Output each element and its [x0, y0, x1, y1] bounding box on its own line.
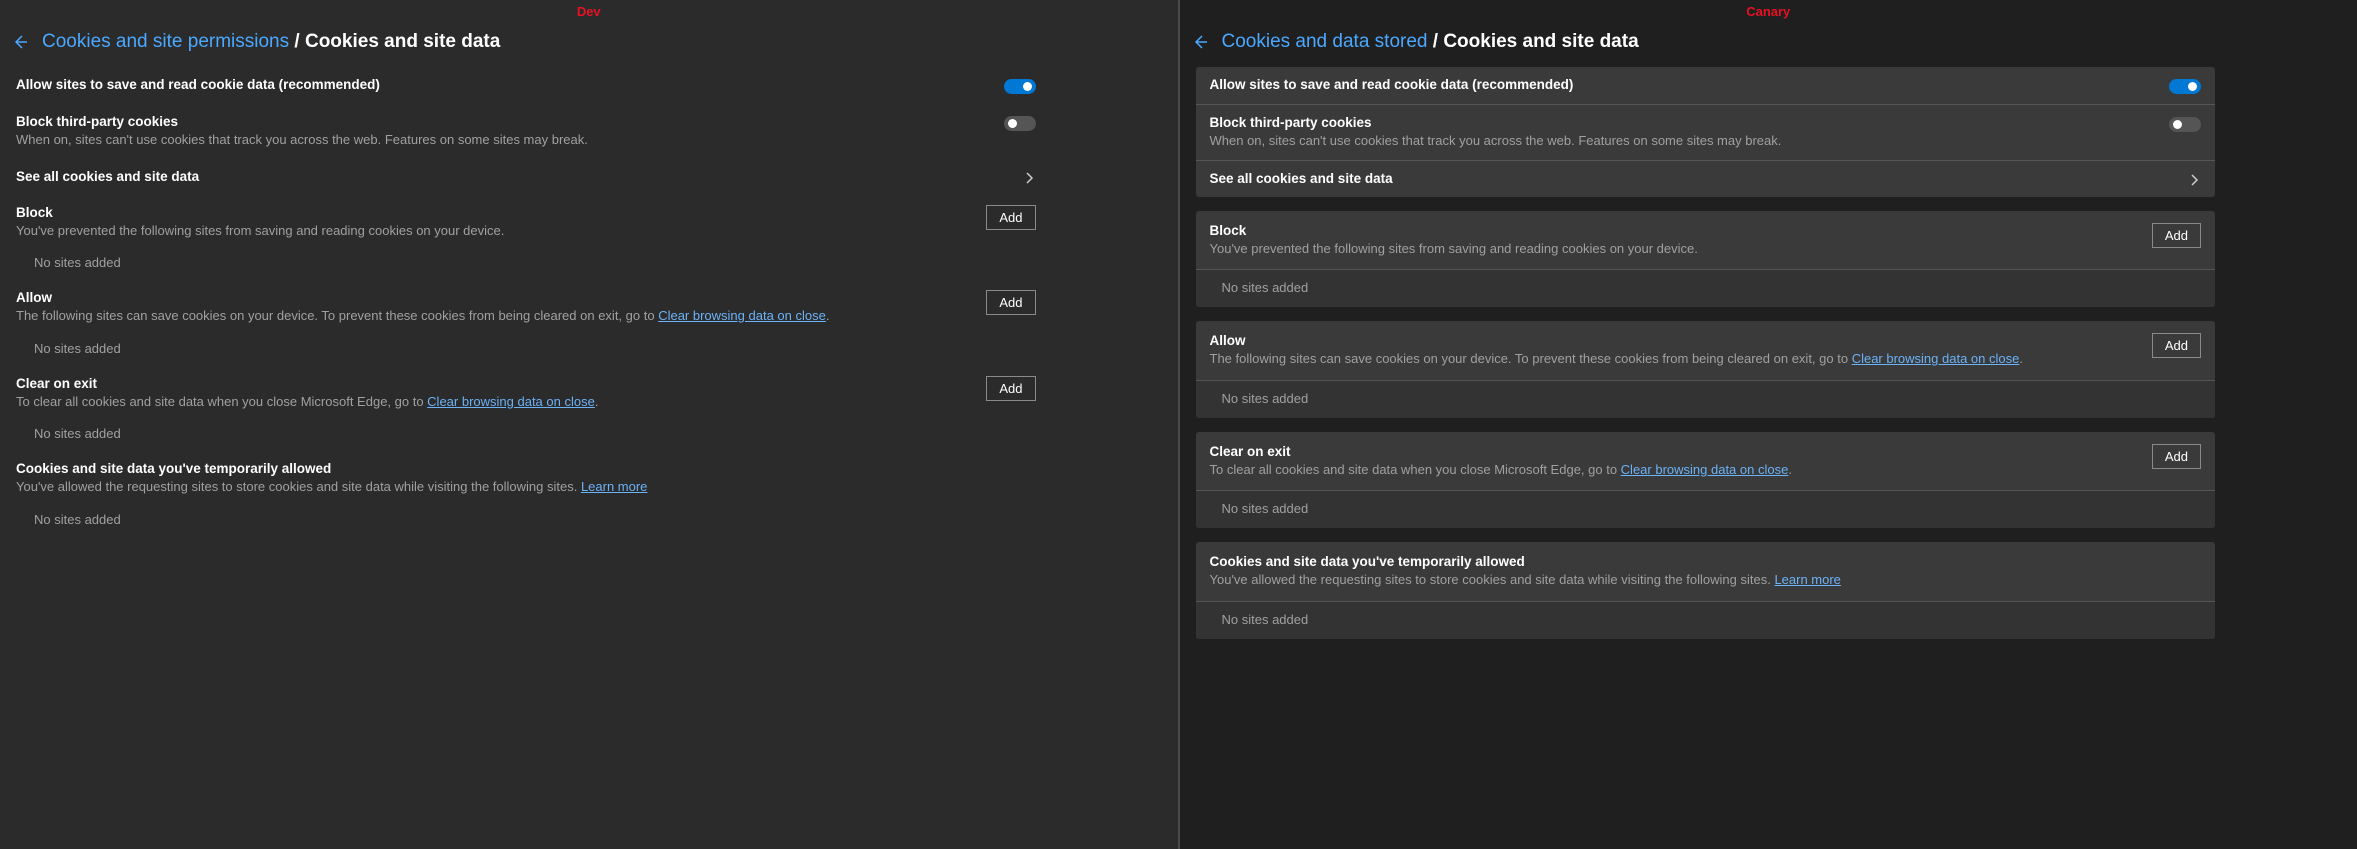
see-all-cookies-row[interactable]: See all cookies and site data: [1196, 161, 2216, 197]
breadcrumb-parent-link[interactable]: Cookies and data stored: [1222, 31, 1428, 52]
allow-empty-message: No sites added: [1196, 381, 2216, 418]
breadcrumb-parent-link[interactable]: Cookies and site permissions: [42, 31, 289, 52]
allow-section-desc: The following sites can save cookies on …: [1210, 350, 2140, 368]
dev-pane: Dev Cookies and site permissions / Cooki…: [0, 0, 1178, 849]
breadcrumb-separator: /: [1433, 31, 1444, 52]
settings-content: Allow sites to save and read cookie data…: [1192, 67, 2346, 639]
clear-exit-add-button[interactable]: Add: [986, 376, 1035, 401]
chevron-right-icon: [1022, 171, 1036, 185]
clear-exit-empty-message: No sites added: [1196, 491, 2216, 528]
clear-exit-add-button[interactable]: Add: [2152, 444, 2201, 469]
page-title: Cookies and site data: [1443, 31, 1638, 52]
see-all-cookies-title: See all cookies and site data: [16, 169, 1010, 184]
block-add-button[interactable]: Add: [2152, 223, 2201, 248]
clear-exit-desc: To clear all cookies and site data when …: [16, 393, 974, 411]
breadcrumb: Cookies and data stored / Cookies and si…: [1222, 31, 1639, 53]
allow-section-header: Allow The following sites can save cooki…: [16, 280, 1036, 335]
temp-allowed-title: Cookies and site data you've temporarily…: [1210, 554, 2190, 569]
allow-card: Allow The following sites can save cooki…: [1196, 321, 2216, 418]
block-section-title: Block: [16, 205, 974, 220]
block-section-header: Block You've prevented the following sit…: [16, 195, 1036, 250]
canary-pane: Canary Cookies and data stored / Cookies…: [1178, 0, 2357, 849]
general-cookie-settings-card: Allow sites to save and read cookie data…: [1196, 67, 2216, 197]
block-section-desc: You've prevented the following sites fro…: [16, 222, 974, 240]
temp-allowed-section-header: Cookies and site data you've temporarily…: [1196, 542, 2216, 601]
variant-label-canary: Canary: [1192, 0, 2346, 23]
clear-exit-empty-message: No sites added: [16, 420, 1036, 451]
block-add-button[interactable]: Add: [986, 205, 1035, 230]
back-arrow-icon[interactable]: [1192, 34, 1208, 50]
allow-sites-title: Allow sites to save and read cookie data…: [1210, 77, 2158, 92]
back-arrow-icon[interactable]: [12, 34, 28, 50]
allow-add-button[interactable]: Add: [986, 290, 1035, 315]
chevron-right-icon: [2187, 173, 2201, 187]
block-empty-message: No sites added: [1196, 270, 2216, 307]
block-third-party-row: Block third-party cookies When on, sites…: [1196, 105, 2216, 160]
block-third-party-title: Block third-party cookies: [16, 114, 992, 129]
block-section-header: Block You've prevented the following sit…: [1196, 211, 2216, 270]
block-third-party-toggle[interactable]: [1004, 116, 1036, 131]
temp-allowed-card: Cookies and site data you've temporarily…: [1196, 542, 2216, 639]
page-header: Cookies and site permissions / Cookies a…: [12, 23, 1166, 67]
clear-browsing-data-link[interactable]: Clear browsing data on close: [658, 308, 826, 323]
learn-more-link[interactable]: Learn more: [1774, 572, 1840, 587]
page-header: Cookies and data stored / Cookies and si…: [1192, 23, 2346, 67]
allow-section-desc: The following sites can save cookies on …: [16, 307, 974, 325]
block-third-party-desc: When on, sites can't use cookies that tr…: [1210, 132, 2158, 150]
allow-sites-row: Allow sites to save and read cookie data…: [16, 67, 1036, 104]
allow-section-header: Allow The following sites can save cooki…: [1196, 321, 2216, 380]
temp-allowed-section-header: Cookies and site data you've temporarily…: [16, 451, 1036, 506]
allow-section-title: Allow: [1210, 333, 2140, 348]
block-empty-message: No sites added: [16, 249, 1036, 280]
temp-allowed-desc: You've allowed the requesting sites to s…: [1210, 571, 2190, 589]
clear-browsing-data-link[interactable]: Clear browsing data on close: [1852, 351, 2020, 366]
see-all-cookies-row[interactable]: See all cookies and site data: [16, 159, 1036, 195]
breadcrumb: Cookies and site permissions / Cookies a…: [42, 31, 500, 53]
settings-content: Allow sites to save and read cookie data…: [12, 67, 1166, 537]
block-third-party-row: Block third-party cookies When on, sites…: [16, 104, 1036, 159]
breadcrumb-separator: /: [294, 31, 305, 52]
block-third-party-desc: When on, sites can't use cookies that tr…: [16, 131, 992, 149]
temp-allowed-title: Cookies and site data you've temporarily…: [16, 461, 1024, 476]
allow-empty-message: No sites added: [16, 335, 1036, 366]
see-all-cookies-title: See all cookies and site data: [1210, 171, 2176, 186]
allow-sites-row: Allow sites to save and read cookie data…: [1196, 67, 2216, 104]
clear-exit-title: Clear on exit: [16, 376, 974, 391]
allow-sites-toggle[interactable]: [1004, 79, 1036, 94]
clear-exit-section-header: Clear on exit To clear all cookies and s…: [16, 366, 1036, 421]
block-third-party-toggle[interactable]: [2169, 117, 2201, 132]
block-section-desc: You've prevented the following sites fro…: [1210, 240, 2140, 258]
allow-sites-toggle[interactable]: [2169, 79, 2201, 94]
clear-exit-section-header: Clear on exit To clear all cookies and s…: [1196, 432, 2216, 491]
page-title: Cookies and site data: [305, 31, 500, 52]
temp-allowed-empty-message: No sites added: [16, 506, 1036, 537]
block-section-title: Block: [1210, 223, 2140, 238]
block-card: Block You've prevented the following sit…: [1196, 211, 2216, 308]
clear-exit-title: Clear on exit: [1210, 444, 2140, 459]
block-third-party-title: Block third-party cookies: [1210, 115, 2158, 130]
allow-sites-title: Allow sites to save and read cookie data…: [16, 77, 992, 92]
clear-browsing-data-link[interactable]: Clear browsing data on close: [1621, 462, 1789, 477]
clear-browsing-data-link[interactable]: Clear browsing data on close: [427, 394, 595, 409]
temp-allowed-desc: You've allowed the requesting sites to s…: [16, 478, 1024, 496]
temp-allowed-empty-message: No sites added: [1196, 602, 2216, 639]
clear-exit-card: Clear on exit To clear all cookies and s…: [1196, 432, 2216, 529]
variant-label-dev: Dev: [12, 0, 1166, 23]
learn-more-link[interactable]: Learn more: [581, 479, 647, 494]
allow-section-title: Allow: [16, 290, 974, 305]
clear-exit-desc: To clear all cookies and site data when …: [1210, 461, 2140, 479]
allow-add-button[interactable]: Add: [2152, 333, 2201, 358]
